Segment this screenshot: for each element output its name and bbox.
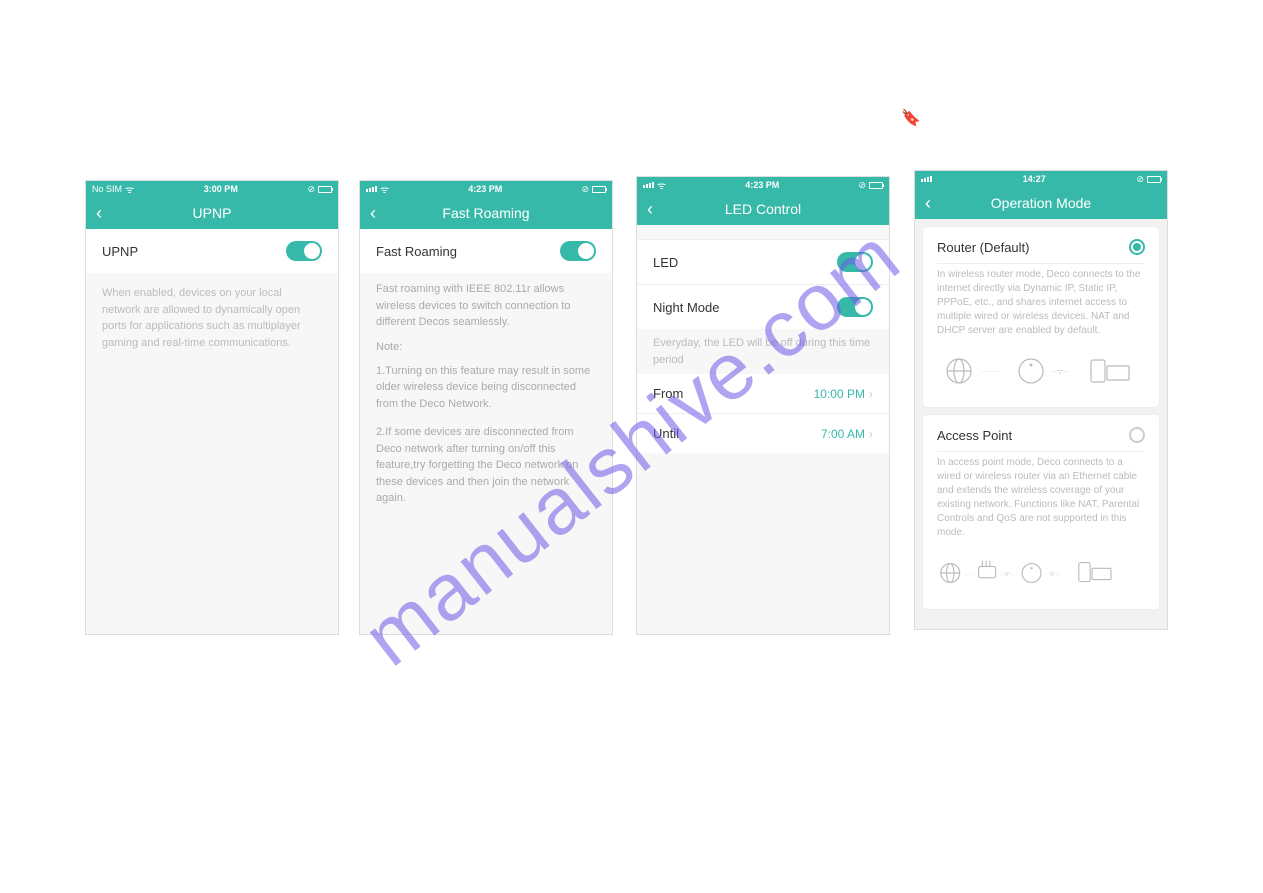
led-toggle[interactable] [837, 252, 873, 272]
battery-icon [1147, 176, 1161, 183]
signal-icon [921, 176, 932, 182]
from-value: 10:00 PM [814, 387, 865, 401]
fast-roaming-toggle[interactable] [560, 241, 596, 261]
chevron-right-icon: › [869, 387, 873, 401]
fast-roaming-toggle-label: Fast Roaming [376, 244, 457, 259]
battery-icon [869, 182, 883, 189]
router-mode-title: Router (Default) [937, 240, 1029, 255]
svg-text:·······: ······· [981, 367, 1000, 376]
router-mode-diagram: ······· ··ᯤ·· [923, 348, 1159, 407]
note-heading: Note: [360, 335, 612, 355]
from-row[interactable]: From 10:00 PM › [637, 374, 889, 413]
upnp-description: When enabled, devices on your local netw… [86, 273, 338, 363]
page-title: LED Control [725, 201, 801, 217]
page-title: UPNP [193, 205, 232, 221]
header: ‹ Fast Roaming [360, 197, 612, 229]
until-row[interactable]: Until 7:00 AM › [637, 413, 889, 453]
router-mode-card[interactable]: Router (Default) In wireless router mode… [923, 227, 1159, 407]
status-time: 4:23 PM [745, 180, 779, 190]
wifi-icon: ᯤ [125, 182, 134, 196]
access-point-card[interactable]: Access Point In access point mode, Deco … [923, 415, 1159, 609]
status-bar: ᯤ 4:23 PM ⊘ [637, 177, 889, 193]
night-mode-toggle[interactable] [837, 297, 873, 317]
access-point-title: Access Point [937, 428, 1012, 443]
rotation-lock-icon: ⊘ [1136, 174, 1144, 185]
back-icon[interactable]: ‹ [370, 204, 376, 222]
rotation-lock-icon: ⊘ [581, 184, 589, 195]
access-point-description: In access point mode, Deco connects to a… [923, 452, 1159, 550]
battery-icon [318, 186, 332, 193]
led-toggle-label: LED [653, 255, 678, 270]
signal-icon [366, 186, 377, 192]
note-1: 1.Turning on this feature may result in … [360, 355, 612, 417]
rotation-lock-icon: ⊘ [858, 180, 866, 191]
wifi-icon: ᯤ [380, 182, 389, 196]
status-time: 4:23 PM [468, 184, 502, 194]
router-mode-description: In wireless router mode, Deco connects t… [923, 264, 1159, 348]
access-point-radio[interactable] [1129, 427, 1145, 443]
night-mode-toggle-label: Night Mode [653, 300, 719, 315]
upnp-toggle[interactable] [286, 241, 322, 261]
svg-text:····: ···· [963, 571, 972, 578]
status-bar: No SIM ᯤ 3:00 PM ⊘ [86, 181, 338, 197]
night-mode-toggle-row[interactable]: Night Mode [637, 284, 889, 329]
night-mode-description: Everyday, the LED will be off during thi… [637, 329, 889, 374]
back-icon[interactable]: ‹ [647, 200, 653, 218]
page-title: Operation Mode [991, 195, 1091, 211]
upnp-toggle-label: UPNP [102, 244, 138, 259]
access-point-diagram: ···· ··ᯤ·· ··ᯤ·· [923, 550, 1159, 609]
until-value: 7:00 AM [821, 427, 865, 441]
router-mode-radio[interactable] [1129, 239, 1145, 255]
back-icon[interactable]: ‹ [925, 194, 931, 212]
back-icon[interactable]: ‹ [96, 204, 102, 222]
battery-icon [592, 186, 606, 193]
signal-icon [643, 182, 654, 188]
carrier-text: No SIM [92, 184, 122, 194]
bookmark-icon: 🔖 [901, 108, 921, 128]
page-title: Fast Roaming [442, 205, 529, 221]
header: ‹ LED Control [637, 193, 889, 225]
fast-roaming-description: Fast roaming with IEEE 802.11r allows wi… [360, 273, 612, 335]
led-toggle-row[interactable]: LED [637, 239, 889, 284]
phone-operation-mode: 14:27 ⊘ ‹ Operation Mode Router (Default… [914, 170, 1168, 630]
fast-roaming-toggle-row[interactable]: Fast Roaming [360, 229, 612, 273]
header: ‹ UPNP [86, 197, 338, 229]
status-time: 14:27 [1023, 174, 1046, 184]
chevron-right-icon: › [869, 427, 873, 441]
status-bar: 14:27 ⊘ [915, 171, 1167, 187]
wifi-icon: ᯤ [657, 178, 666, 192]
from-label: From [653, 386, 683, 401]
status-time: 3:00 PM [204, 184, 238, 194]
svg-text:··ᯤ··: ··ᯤ·· [1051, 367, 1069, 376]
phone-fast-roaming: ᯤ 4:23 PM ⊘ ‹ Fast Roaming Fast Roaming … [359, 180, 613, 635]
until-label: Until [653, 426, 679, 441]
upnp-toggle-row[interactable]: UPNP [86, 229, 338, 273]
phone-led-control: ᯤ 4:23 PM ⊘ ‹ LED Control LED Night Mode… [636, 176, 890, 635]
rotation-lock-icon: ⊘ [307, 184, 315, 195]
svg-text:··ᯤ··: ··ᯤ·· [999, 571, 1014, 578]
svg-text:··ᯤ··: ··ᯤ·· [1045, 571, 1060, 578]
header: ‹ Operation Mode [915, 187, 1167, 219]
note-2: 2.If some devices are disconnected from … [360, 416, 612, 511]
status-bar: ᯤ 4:23 PM ⊘ [360, 181, 612, 197]
phone-upnp: No SIM ᯤ 3:00 PM ⊘ ‹ UPNP UPNP When enab… [85, 180, 339, 635]
